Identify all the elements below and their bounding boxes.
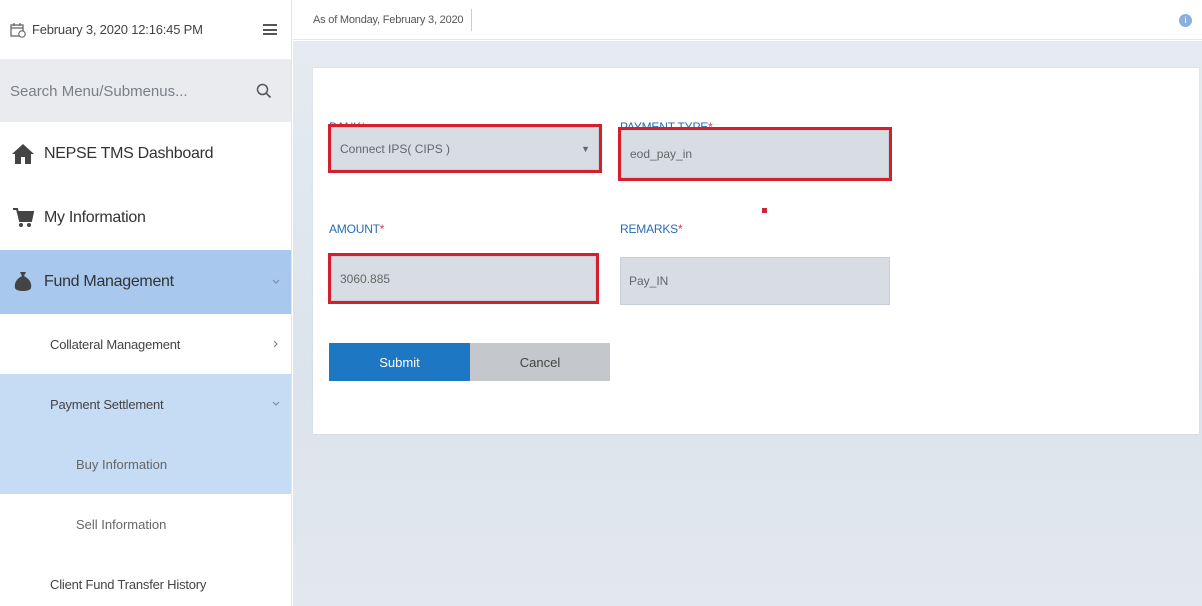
info-icon[interactable]: i (1179, 14, 1192, 27)
datetime-text: February 3, 2020 12:16:45 PM (32, 22, 203, 37)
money-bag-icon (10, 269, 36, 295)
top-bar: As of Monday, February 3, 2020 i (293, 0, 1202, 40)
bank-highlight-box (328, 124, 602, 173)
sidebar-subitem-payment-settlement[interactable]: Payment Settlement (0, 374, 291, 434)
red-marker (762, 208, 767, 213)
sidebar-item-label: NEPSE TMS Dashboard (44, 145, 214, 162)
sidebar-item-my-information[interactable]: My Information (0, 186, 291, 250)
sidebar: February 3, 2020 12:16:45 PM NEPSE TMS D… (0, 0, 292, 606)
required-mark: * (379, 222, 385, 236)
calendar-icon (10, 22, 26, 38)
sidebar-subsubitem-label: Sell Information (76, 516, 167, 532)
amount-label: AMOUNT* (329, 222, 385, 236)
home-icon (10, 141, 36, 167)
submit-button[interactable]: Submit (329, 343, 470, 381)
sidebar-subitem-label: Payment Settlement (50, 396, 164, 412)
sidebar-subsubitem-sell-information[interactable]: Sell Information (0, 494, 291, 554)
sidebar-item-label: Fund Management (44, 273, 174, 290)
chevron-down-icon (272, 401, 280, 406)
required-mark: * (677, 222, 683, 236)
remarks-label-text: REMARKS (620, 222, 678, 236)
sidebar-subsubitem-buy-information[interactable]: Buy Information (0, 434, 291, 494)
payment-type-highlight-box (618, 127, 892, 181)
remarks-value: Pay_IN (629, 274, 669, 288)
chevron-right-icon (273, 340, 278, 348)
search-icon[interactable] (255, 82, 273, 100)
cart-icon (10, 205, 36, 231)
amount-highlight-box (328, 253, 599, 304)
menu-search-input[interactable] (10, 82, 255, 100)
sidebar-item-dashboard[interactable]: NEPSE TMS Dashboard (0, 122, 291, 186)
sidebar-subitem-label: Collateral Management (50, 336, 181, 352)
sidebar-item-fund-management[interactable]: Fund Management (0, 250, 291, 314)
datetime-row: February 3, 2020 12:16:45 PM (0, 0, 291, 60)
sidebar-subsubitem-label: Buy Information (76, 456, 168, 472)
cancel-button[interactable]: Cancel (470, 343, 610, 381)
remarks-label: REMARKS* (620, 222, 683, 236)
remarks-input[interactable]: Pay_IN (620, 257, 890, 305)
sidebar-subitem-client-fund-transfer-history[interactable]: Client Fund Transfer History (0, 554, 291, 606)
sidebar-item-label: My Information (44, 209, 146, 226)
sidebar-subitem-collateral-management[interactable]: Collateral Management (0, 314, 291, 374)
sidebar-subitem-label: Client Fund Transfer History (50, 576, 207, 592)
chevron-down-icon (272, 279, 280, 284)
menu-search-bar (0, 60, 291, 122)
menu-toggle-icon[interactable] (263, 24, 277, 35)
as-of-date: As of Monday, February 3, 2020 (293, 8, 473, 31)
amount-label-text: AMOUNT (329, 222, 380, 236)
